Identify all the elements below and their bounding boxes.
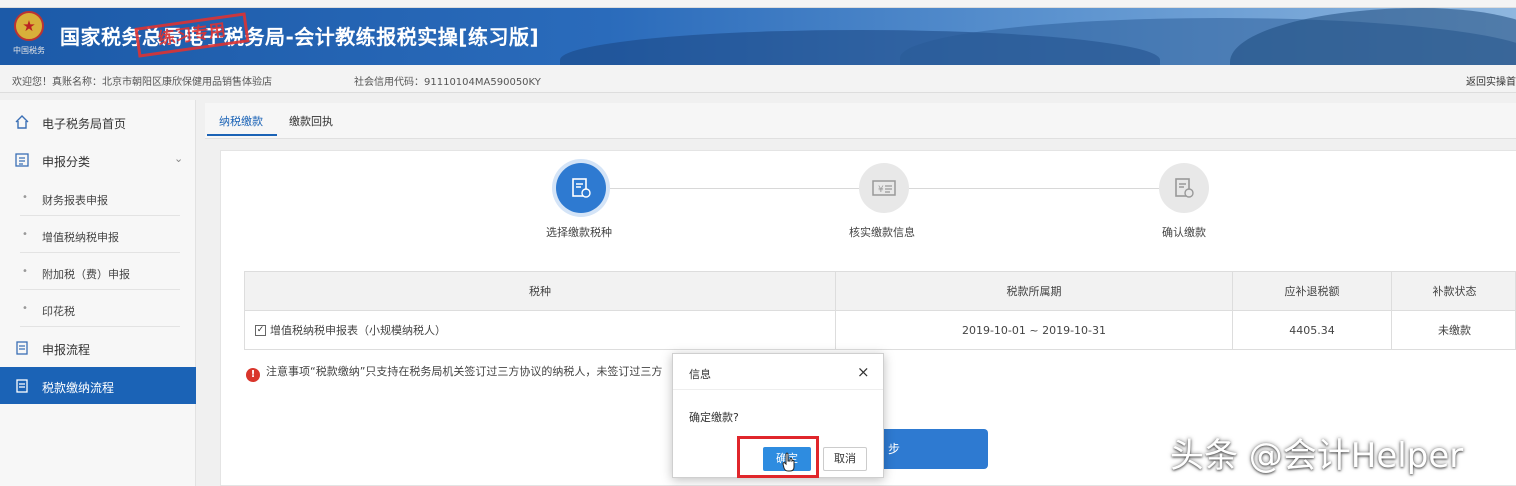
sidebar-item-label: 电子税务局首页 [42,117,127,131]
notice-line: ! 注意事项“税款缴纳”只支持在税务局机关签订过三方协议的纳税人，未签订过三方 [246,363,662,382]
sidebar-subitem-financial-report[interactable]: • 财务报表申报 [0,179,196,216]
declare-icon [14,152,32,168]
column-header-tax-type: 税种 [245,272,836,310]
emblem-icon: ★ [14,11,44,41]
hand-cursor-icon [782,452,795,472]
home-icon [14,114,32,130]
sidebar-subitem-surtax-declare[interactable]: • 附加税（费）申报 [0,253,196,290]
emblem-caption: 中国税务 [13,46,45,55]
step-connector [909,188,1159,189]
bullet-icon: • [22,192,28,203]
sidebar: 电子税务局首页 申报分类 ⌄ • 财务报表申报 • 增值税纳税申报 • 附加税（… [0,100,196,486]
sidebar-item-tax-payment-flow[interactable]: 税款缴纳流程 [0,367,196,404]
browser-top-strip [0,0,1516,8]
sidebar-item-label: 附加税（费）申报 [42,268,130,281]
divider [20,326,180,327]
site-banner: ★ 中国税务 国家税务总局电子税务局-会计教练报税实操[练习版] 练习专用 [0,8,1516,65]
step-3-label: 确认缴款 [1162,226,1206,239]
active-tab-indicator [207,134,277,136]
notice-text: 注意事项“税款缴纳”只支持在税务局机关签订过三方协议的纳税人，未签订过三方 [266,365,663,378]
sidebar-item-label: 税款缴纳流程 [42,381,115,395]
sidebar-item-home[interactable]: 电子税务局首页 [0,103,196,140]
flow-icon [14,340,32,356]
table-row[interactable]: ✓ 增值税纳税申报表（小规模纳税人） 2019-10-01 ~ 2019-10-… [244,311,1516,350]
bullet-icon: • [22,229,28,240]
tax-type-cell: ✓ 增值税纳税申报表（小规模纳税人） [245,311,836,349]
tax-emblem-logo: ★ 中国税务 [8,11,50,61]
tax-doc-icon [572,178,591,198]
column-header-period: 税款所属期 [836,272,1233,310]
bullet-icon: • [22,266,28,277]
table-header-row: 税种 税款所属期 应补退税额 补款状态 [244,271,1516,311]
red-highlight-annotation [737,436,819,478]
banner-great-wall-shape [1230,8,1516,65]
sidebar-subitem-vat-declare[interactable]: • 增值税纳税申报 [0,216,196,253]
dialog-title: 信息 [689,368,711,381]
close-icon[interactable]: × [857,363,870,381]
watermark-text: 头条 @会计Helper [1170,436,1464,476]
tab-bar: 纳税缴款 缴款回执 [205,103,1516,139]
sidebar-subitem-stamp-tax[interactable]: • 印花税 [0,290,196,327]
period-cell: 2019-10-01 ~ 2019-10-31 [836,311,1233,349]
bullet-icon: • [22,303,28,314]
step-1-indicator [556,163,606,213]
tab-tax-payment[interactable]: 纳税缴款 [219,113,263,129]
back-to-practice-link[interactable]: 返回实操首 [1466,73,1516,88]
sidebar-item-declare-category[interactable]: 申报分类 ⌄ [0,141,196,178]
sidebar-item-label: 申报流程 [42,343,91,357]
step-2-indicator: ¥ [859,163,909,213]
status-cell: 未缴款 [1438,324,1471,337]
tab-payment-receipt[interactable]: 缴款回执 [289,113,333,129]
step-2-label: 核实缴款信息 [849,226,915,239]
sidebar-item-label: 增值税纳税申报 [42,231,119,244]
chevron-down-icon: ⌄ [174,152,184,165]
sidebar-item-label: 申报分类 [42,155,91,169]
dialog-header: 信息 × [673,354,883,390]
amount-cell: 4405.34 [1233,311,1392,349]
warning-icon: ! [246,368,260,382]
yuan-receipt-icon: ¥ [872,180,896,196]
step-connector [606,188,859,189]
confirm-doc-icon [1175,178,1194,198]
row-checkbox[interactable]: ✓ [255,324,266,336]
column-header-amount: 应补退税额 [1233,272,1392,310]
dialog-message: 确定缴款? [689,411,739,424]
practice-stamp: 练习专用 [134,12,250,58]
column-header-status: 补款状态 [1432,285,1477,298]
sidebar-item-label: 财务报表申报 [42,194,108,207]
sidebar-item-label: 印花税 [42,305,75,318]
sidebar-item-declare-flow[interactable]: 申报流程 [0,329,196,366]
account-info-bar: 欢迎您！真账名称：北京市朝阳区康欣保健用品销售体验店 社会信用代码：911101… [0,65,1516,93]
tax-type-value: 增值税纳税申报表（小规模纳税人） [270,324,446,337]
cancel-button[interactable]: 取消 [823,447,867,471]
payment-icon [14,378,32,394]
site-title: 国家税务总局电子税务局-会计教练报税实操[练习版] [60,25,540,49]
svg-text:¥: ¥ [878,185,884,195]
step-3-indicator [1159,163,1209,213]
credit-code-text: 社会信用代码：91110104MA590050KY [354,77,541,88]
welcome-text: 欢迎您！真账名称：北京市朝阳区康欣保健用品销售体验店 [12,77,272,88]
step-1-label: 选择缴款税种 [546,226,612,239]
